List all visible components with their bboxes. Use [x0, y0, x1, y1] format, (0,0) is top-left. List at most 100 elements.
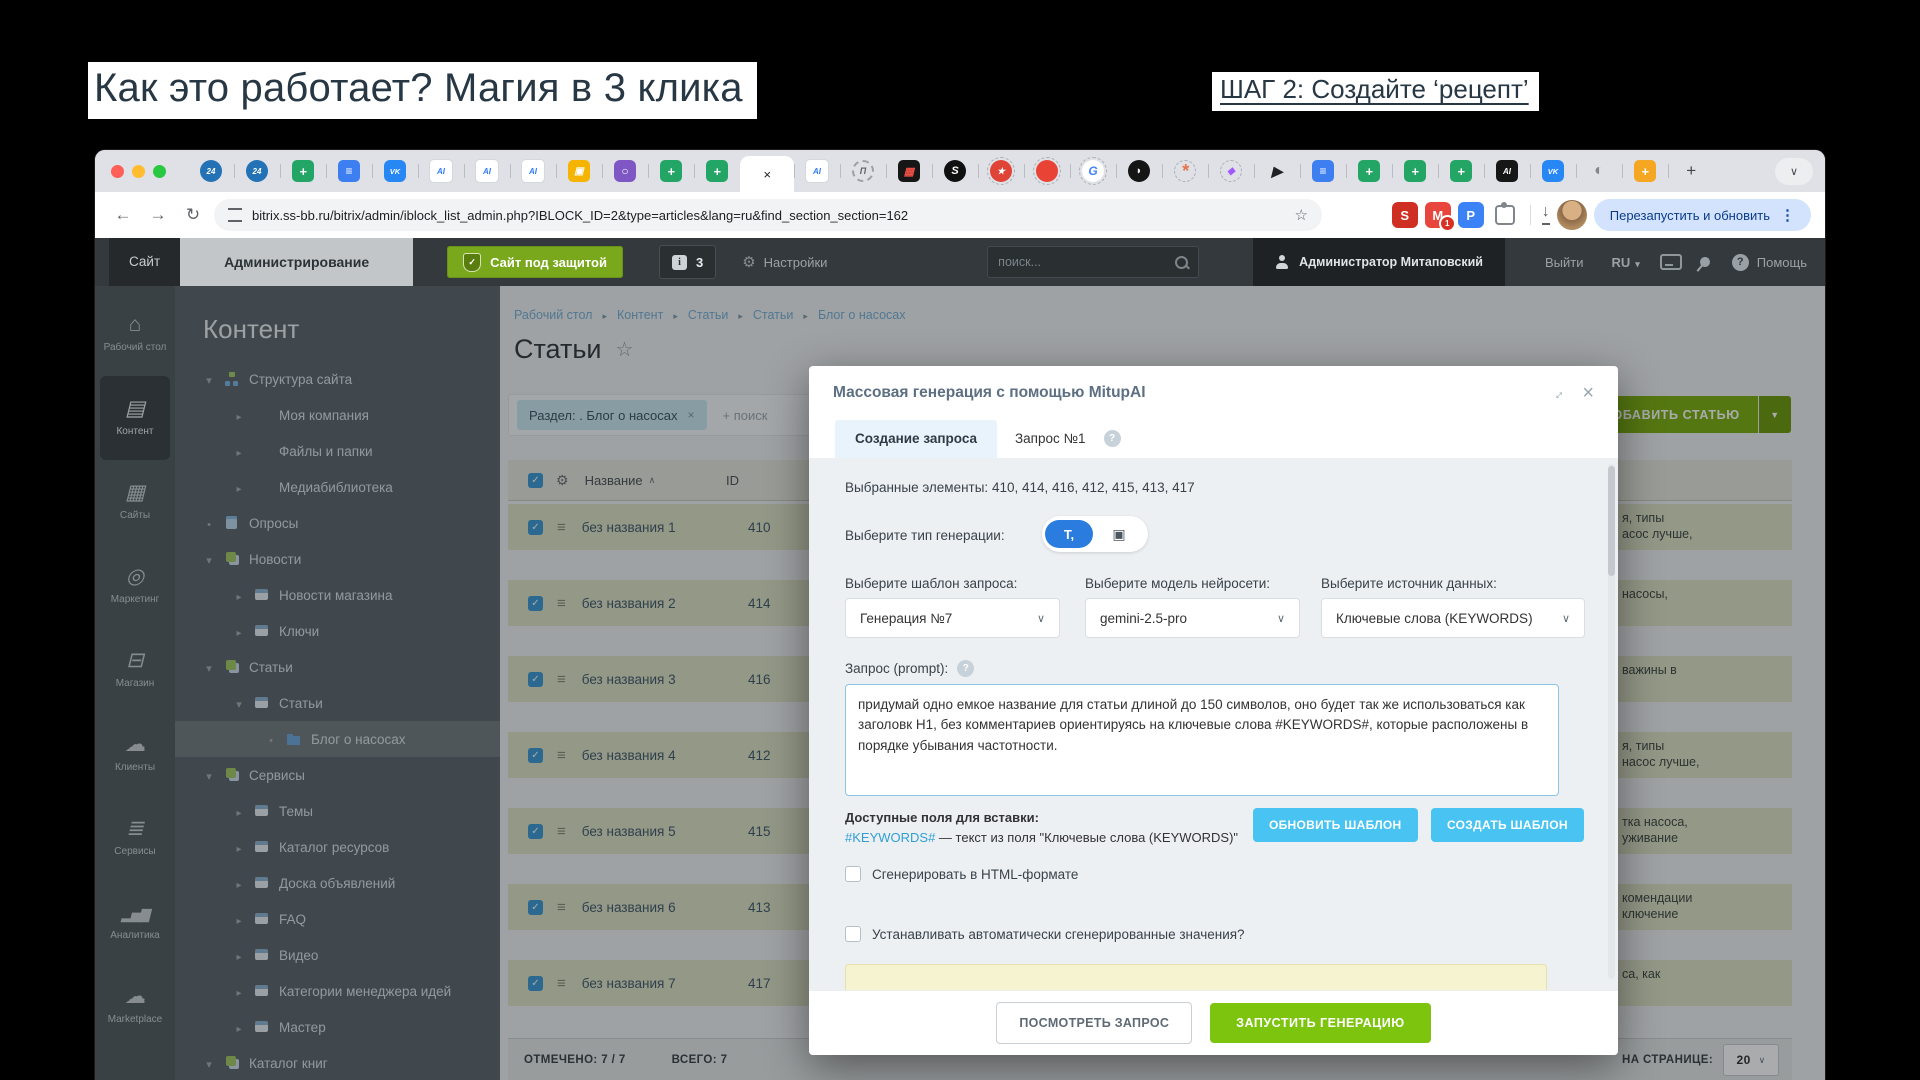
admin-search-input[interactable]: поиск... [987, 246, 1199, 278]
tab-site[interactable]: Сайт [109, 238, 180, 286]
logout-link[interactable]: Выйти [1545, 255, 1584, 270]
pinned-tab[interactable]: 24 [188, 150, 234, 192]
modal-header: Массовая генерация с помощью MitupAI [809, 366, 1618, 420]
pinned-tab[interactable]: ▣ [556, 150, 602, 192]
reload-icon[interactable]: ↻ [179, 205, 207, 225]
image-generation-option[interactable] [1093, 526, 1145, 543]
extension-blue-icon[interactable]: P [1458, 202, 1484, 228]
pinned-tab[interactable]: + [1392, 150, 1438, 192]
modal-title: Массовая генерация с помощью MitupAI [833, 384, 1146, 402]
site-protected-label: Сайт под защитой [490, 255, 607, 270]
pinned-tab[interactable]: ★ [978, 150, 1024, 192]
tab-request-1[interactable]: Запрос №1 [997, 420, 1103, 458]
tab-favicon: + [1404, 160, 1426, 182]
settings-button[interactable]: Настройки [742, 253, 827, 271]
update-template-button[interactable]: ОБНОВИТЬ ШАБЛОН [1253, 808, 1418, 842]
pinned-tab[interactable]: × [740, 156, 794, 192]
language-switcher[interactable]: RU [1611, 255, 1639, 270]
keywords-placeholder: #KEYWORDS# [845, 830, 935, 845]
close-window-button[interactable] [111, 165, 124, 178]
pinned-tab[interactable]: AI [1484, 150, 1530, 192]
pinned-tab[interactable]: ◐ [1576, 150, 1622, 192]
pinned-tab[interactable]: + [1668, 150, 1714, 192]
pin-icon[interactable] [1698, 255, 1712, 269]
pinned-tab[interactable]: + [694, 150, 740, 192]
tab-favicon: VK [384, 160, 406, 182]
pinned-tab[interactable]: AI [794, 150, 840, 192]
site-info-icon[interactable] [228, 208, 242, 222]
browser-address-bar: ← → ↻ bitrix.ss-bb.ru/bitrix/admin/ibloc… [95, 192, 1825, 238]
browser-menu-icon[interactable]: ⋮ [1780, 206, 1795, 224]
forward-icon[interactable]: → [144, 205, 172, 225]
create-template-button[interactable]: СОЗДАТЬ ШАБЛОН [1431, 808, 1584, 842]
notifications-counter[interactable]: 3 [659, 245, 716, 279]
tab-help-icon[interactable] [1104, 430, 1121, 447]
extension-mail-icon[interactable]: M [1425, 202, 1451, 228]
run-generation-button[interactable]: ЗАПУСТИТЬ ГЕНЕРАЦИЮ [1210, 1003, 1430, 1043]
profile-avatar[interactable] [1557, 200, 1587, 230]
pinned-tab[interactable]: ○ [602, 150, 648, 192]
pinned-tab[interactable]: AI [510, 150, 556, 192]
pinned-tab[interactable]: AI [464, 150, 510, 192]
restart-update-button[interactable]: Перезапустить и обновить ⋮ [1594, 199, 1811, 231]
gear-icon [742, 253, 755, 271]
pinned-tab[interactable]: AI [418, 150, 464, 192]
tab-favicon: ≡ [1312, 160, 1334, 182]
tab-favicon: + [1450, 160, 1472, 182]
auto-set-checkbox-row: Устанавливать автоматически сгенерирован… [845, 926, 1245, 942]
prompt-label: Запрос (prompt): [845, 661, 948, 676]
back-icon[interactable]: ← [109, 205, 137, 225]
pinned-tab[interactable]: S [932, 150, 978, 192]
generation-type-toggle[interactable] [1042, 516, 1148, 552]
tab-favicon: + [706, 160, 728, 182]
extension-s-icon[interactable]: S [1392, 202, 1418, 228]
pinned-tab[interactable]: * [1162, 150, 1208, 192]
pinned-tab[interactable]: VK [1530, 150, 1576, 192]
help-button[interactable]: Помощь [1732, 254, 1807, 271]
tab-list-chevron-icon[interactable]: ∨ [1775, 158, 1813, 185]
model-select[interactable]: gemini-2.5-pro ∨ [1085, 598, 1300, 638]
site-protected-button[interactable]: Сайт под защитой [447, 246, 623, 278]
pinned-tab[interactable]: + [280, 150, 326, 192]
minimize-window-button[interactable] [132, 165, 145, 178]
pinned-tab[interactable] [1024, 150, 1070, 192]
tab-favicon: + [1358, 160, 1380, 182]
source-select[interactable]: Ключевые слова (KEYWORDS) ∨ [1321, 598, 1585, 638]
view-request-button[interactable]: ПОСМОТРЕТЬ ЗАПРОС [996, 1002, 1192, 1044]
hotkeys-icon[interactable] [1660, 254, 1682, 270]
text-generation-option[interactable] [1045, 520, 1093, 548]
pinned-tab[interactable]: ≡ [1300, 150, 1346, 192]
current-user-button[interactable]: Администратор Митаповский [1253, 238, 1505, 286]
bookmark-star-icon[interactable]: ☆ [1295, 206, 1308, 224]
prompt-textarea[interactable]: придумай одно емкое название для статьи … [845, 684, 1559, 796]
pinned-tab[interactable]: ▦ [886, 150, 932, 192]
template-select[interactable]: Генерация №7 ∨ [845, 598, 1060, 638]
pinned-tab[interactable]: + [648, 150, 694, 192]
tab-favicon [1036, 160, 1058, 182]
pinned-tab[interactable]: ◗ [1116, 150, 1162, 192]
bitrix-top-bar: Сайт Администрирование Сайт под защитой … [95, 238, 1825, 286]
tab-administration[interactable]: Администрирование [180, 238, 413, 286]
pinned-tab[interactable]: G [1070, 150, 1116, 192]
close-icon[interactable] [1582, 383, 1594, 403]
prompt-help-icon[interactable] [957, 660, 974, 677]
downloads-icon[interactable]: ↓ [1542, 205, 1550, 225]
pinned-tab[interactable]: + [1438, 150, 1484, 192]
pinned-tab[interactable]: + [1622, 150, 1668, 192]
url-field[interactable]: bitrix.ss-bb.ru/bitrix/admin/iblock_list… [214, 199, 1322, 231]
pinned-tab[interactable]: VK [372, 150, 418, 192]
pinned-tab[interactable]: П [840, 150, 886, 192]
html-format-checkbox[interactable] [845, 866, 861, 882]
pinned-tab[interactable]: ▶ [1254, 150, 1300, 192]
pinned-tab[interactable]: 24 [234, 150, 280, 192]
expand-icon[interactable] [1548, 383, 1568, 403]
pinned-tab[interactable]: ≡ [326, 150, 372, 192]
tab-create-request[interactable]: Создание запроса [835, 420, 997, 458]
pinned-tab[interactable]: ◆ [1208, 150, 1254, 192]
tab-favicon: ◆ [1222, 162, 1240, 180]
modal-scrollbar[interactable] [1608, 464, 1615, 979]
pinned-tab[interactable]: + [1346, 150, 1392, 192]
auto-set-checkbox[interactable] [845, 926, 861, 942]
fullscreen-window-button[interactable] [153, 165, 166, 178]
extensions-puzzle-icon[interactable] [1495, 205, 1515, 225]
